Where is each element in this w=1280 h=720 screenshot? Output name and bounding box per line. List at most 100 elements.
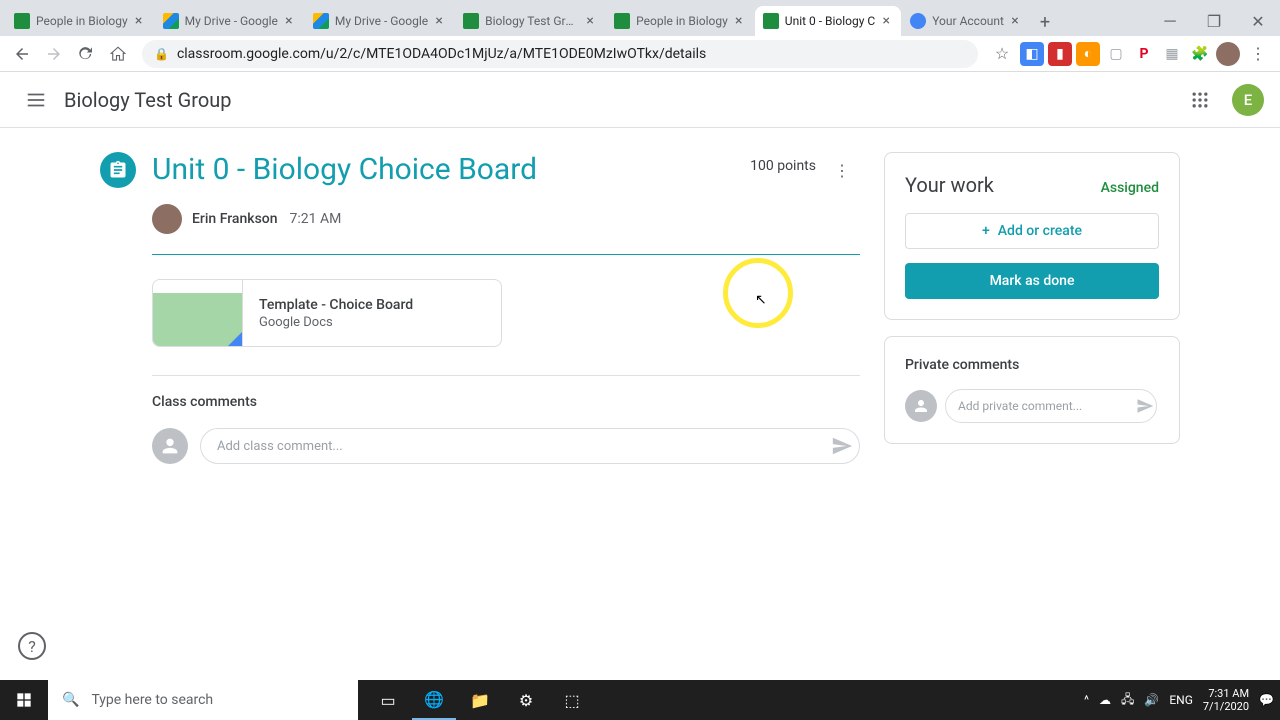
taskbar-search[interactable]: 🔍 Type here to search [48, 680, 358, 720]
tab-title: People in Biology [36, 14, 128, 28]
close-icon[interactable]: × [132, 14, 146, 28]
chrome-menu-button[interactable]: ⋮ [1244, 40, 1272, 68]
window-controls: ─ ❐ ✕ [1148, 6, 1280, 36]
your-work-card: Your work Assigned + Add or create Mark … [884, 152, 1180, 320]
volume-icon[interactable]: 🔊 [1144, 693, 1159, 707]
class-comment-input[interactable]: Add class comment... [200, 428, 860, 464]
your-work-title: Your work [905, 173, 994, 197]
extension-icon[interactable]: ▮ [1048, 42, 1072, 66]
assignment-header: Unit 0 - Biology Choice Board 100 points… [100, 152, 860, 188]
classroom-favicon [463, 13, 479, 29]
browser-tab-bar: People in Biology × My Drive - Google × … [0, 0, 1280, 36]
extensions-menu-icon[interactable]: 🧩 [1188, 42, 1212, 66]
url-text: classroom.google.com/u/2/c/MTE1ODA4ODc1M… [177, 46, 706, 62]
onedrive-icon[interactable]: ☁ [1099, 693, 1111, 707]
close-icon[interactable]: × [1008, 14, 1022, 28]
google-apps-button[interactable] [1180, 80, 1220, 120]
url-input[interactable]: 🔒 classroom.google.com/u/2/c/MTE1ODA4ODc… [142, 40, 978, 68]
browser-tab[interactable]: My Drive - Google × [155, 6, 304, 36]
close-icon[interactable]: × [583, 14, 597, 28]
classroom-favicon [14, 13, 30, 29]
send-icon[interactable] [1131, 397, 1159, 415]
class-comments-section: Class comments Add class comment... [152, 375, 860, 464]
maximize-button[interactable]: ❐ [1192, 6, 1236, 36]
minimize-button[interactable]: ─ [1148, 6, 1192, 36]
tray-chevron-icon[interactable]: ^ [1084, 693, 1089, 707]
help-button[interactable]: ? [18, 632, 46, 660]
tab-title: Your Account [932, 14, 1004, 28]
lock-icon: 🔒 [154, 47, 169, 61]
drive-favicon [313, 13, 329, 29]
tab-title: Unit 0 - Biology C [785, 14, 875, 28]
close-icon[interactable]: × [432, 14, 446, 28]
browser-tab[interactable]: People in Biology × [6, 6, 154, 36]
private-comments-card: Private comments Add private comment... [884, 336, 1180, 444]
notifications-icon[interactable]: 💬 [1259, 693, 1274, 707]
system-tray: ^ ☁ 🖧 🔊 ENG 7:31 AM 7/1/2020 💬 [1084, 687, 1280, 713]
user-avatar [905, 390, 937, 422]
app-taskbar-icon[interactable]: ⚙ [504, 680, 548, 720]
close-icon[interactable]: × [732, 14, 746, 28]
search-placeholder: Type here to search [91, 692, 213, 708]
file-explorer-icon[interactable]: 📁 [458, 680, 502, 720]
bookmark-button[interactable]: ☆ [988, 40, 1016, 68]
forward-button[interactable] [40, 40, 68, 68]
add-or-create-button[interactable]: + Add or create [905, 213, 1159, 249]
task-view-button[interactable]: ▭ [366, 680, 410, 720]
network-icon[interactable]: 🖧 [1121, 690, 1134, 711]
browser-tab[interactable]: Biology Test Group × [455, 6, 605, 36]
profile-avatar[interactable] [1216, 42, 1240, 66]
chrome-taskbar-icon[interactable]: 🌐 [412, 680, 456, 720]
language-indicator[interactable]: ENG [1169, 693, 1193, 707]
browser-tab[interactable]: Your Account × [902, 6, 1030, 36]
search-icon: 🔍 [62, 692, 79, 708]
tab-title: People in Biology [636, 14, 728, 28]
attachment-title: Template - Choice Board [259, 297, 413, 313]
drive-favicon [163, 13, 179, 29]
mark-as-done-button[interactable]: Mark as done [905, 263, 1159, 299]
extension-icon[interactable]: ▦ [1160, 42, 1184, 66]
private-comment-input[interactable]: Add private comment... [945, 389, 1157, 423]
pinterest-icon[interactable]: P [1132, 42, 1156, 66]
browser-tab-active[interactable]: Unit 0 - Biology C × [755, 6, 901, 36]
attachment-type: Google Docs [259, 315, 413, 330]
more-options-button[interactable]: ⋮ [824, 152, 860, 188]
browser-tab[interactable]: My Drive - Google × [305, 6, 454, 36]
page-title[interactable]: Biology Test Group [64, 88, 232, 112]
start-button[interactable] [0, 680, 48, 720]
divider [152, 254, 860, 255]
hamburger-menu-button[interactable] [16, 80, 56, 120]
app-header: Biology Test Group E [0, 72, 1280, 128]
home-button[interactable] [104, 40, 132, 68]
windows-taskbar: 🔍 Type here to search ▭ 🌐 📁 ⚙ ⬚ ^ ☁ 🖧 🔊 … [0, 680, 1280, 720]
attachment-card[interactable]: Template - Choice Board Google Docs [152, 279, 502, 347]
clock[interactable]: 7:31 AM 7/1/2020 [1203, 687, 1249, 713]
account-avatar[interactable]: E [1232, 84, 1264, 116]
address-bar: 🔒 classroom.google.com/u/2/c/MTE1ODA4ODc… [0, 36, 1280, 72]
extension-icon[interactable]: ◐ [1076, 42, 1100, 66]
send-icon[interactable] [824, 435, 860, 457]
tray-time: 7:31 AM [1203, 687, 1249, 700]
close-icon[interactable]: × [879, 14, 893, 28]
tab-title: My Drive - Google [335, 14, 428, 28]
new-tab-button[interactable]: + [1031, 8, 1059, 36]
extension-icon[interactable]: ◧ [1020, 42, 1044, 66]
author-name: Erin Frankson [192, 211, 278, 227]
post-time: 7:21 AM [290, 211, 342, 227]
back-button[interactable] [8, 40, 36, 68]
extension-icon[interactable]: ▢ [1104, 42, 1128, 66]
private-comments-title: Private comments [905, 357, 1159, 373]
tray-date: 7/1/2020 [1203, 700, 1249, 713]
browser-tab[interactable]: People in Biology × [606, 6, 754, 36]
tab-title: Biology Test Group [485, 14, 579, 28]
reload-button[interactable] [72, 40, 100, 68]
private-comment-placeholder: Add private comment... [958, 399, 1082, 413]
author-row: Erin Frankson 7:21 AM [152, 204, 860, 234]
assignment-icon [100, 152, 136, 188]
plus-icon: + [982, 223, 990, 239]
close-window-button[interactable]: ✕ [1236, 6, 1280, 36]
tab-title: My Drive - Google [185, 14, 278, 28]
close-icon[interactable]: × [282, 14, 296, 28]
app-taskbar-icon[interactable]: ⬚ [550, 680, 594, 720]
author-avatar [152, 204, 182, 234]
